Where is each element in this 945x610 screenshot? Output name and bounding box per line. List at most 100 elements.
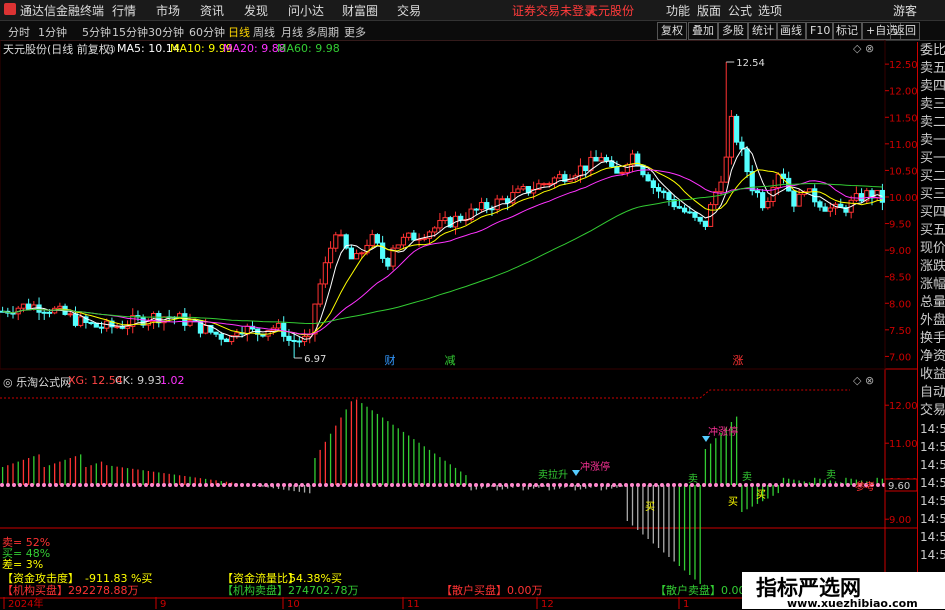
guest-label[interactable]: 游客 <box>893 2 917 19</box>
baseline-dot <box>126 483 130 487</box>
candle-body <box>666 192 672 201</box>
period-30min[interactable]: 30分钟 <box>148 24 184 40</box>
menu-item-gongshi[interactable]: 公式 <box>728 2 752 19</box>
period-15min[interactable]: 15分钟 <box>112 24 148 40</box>
candle-body <box>681 207 688 213</box>
side-label[interactable]: 交易 <box>920 402 945 420</box>
menu-item-xuanxiang[interactable]: 选项 <box>758 2 782 19</box>
y-tick-label: 11.50 <box>889 113 917 124</box>
sub-settings-icon[interactable]: ◇ ⊗ <box>853 374 874 387</box>
menu-item-shichang[interactable]: 市场 <box>156 2 180 19</box>
menu-item-hangqing[interactable]: 行情 <box>112 2 136 19</box>
baseline-dot <box>606 483 610 487</box>
toolbar-diejia[interactable]: 叠加 <box>688 22 718 40</box>
baseline-dot <box>174 483 178 487</box>
baseline-dot <box>612 483 616 487</box>
y-tick-label: 12.00 <box>889 87 917 98</box>
menu-item-banmian[interactable]: 版面 <box>697 2 721 19</box>
baseline-dot <box>486 483 490 487</box>
signal-label: 卖拉升 <box>538 468 568 481</box>
baseline-dot <box>438 483 442 487</box>
period-multi[interactable]: 多周期 <box>306 24 339 40</box>
baseline-dot <box>594 483 598 487</box>
candle-body <box>26 303 32 310</box>
period-daily[interactable]: 日线 <box>228 24 250 40</box>
menu-item-wenxiaoda[interactable]: 问小达 <box>288 2 324 19</box>
signal-label: 卖 <box>688 473 698 485</box>
signal-label: 卖 <box>826 469 836 481</box>
baseline-dot <box>474 483 478 487</box>
side-label: 买四 <box>920 205 945 220</box>
baseline-dot <box>546 483 550 487</box>
toolbar-biaoji[interactable]: 标记 <box>832 22 862 40</box>
side-label[interactable]: 自动 <box>920 384 945 402</box>
period-1min[interactable]: 1分钟 <box>38 24 67 40</box>
candle-body <box>739 141 745 150</box>
period-5min[interactable]: 5分钟 <box>82 24 111 40</box>
baseline-dot <box>522 483 526 487</box>
toolbar-tongji[interactable]: 统计 <box>748 22 778 40</box>
toolbar-duogu[interactable]: 多股 <box>718 22 748 40</box>
menu-item-caifuquan[interactable]: 财富圈 <box>342 2 378 19</box>
candle-body <box>317 283 323 305</box>
candle-body <box>78 316 84 326</box>
baseline-dot <box>204 483 208 487</box>
candle-body <box>57 305 63 309</box>
baseline-dot <box>234 483 238 487</box>
baseline-dot <box>102 483 106 487</box>
baseline-dot <box>672 483 676 487</box>
toolbar-fuquan[interactable]: 复权 <box>657 22 687 40</box>
settings-icon[interactable]: ◇ ⊗ <box>853 42 874 55</box>
menu-item-faxian[interactable]: 发现 <box>244 2 268 19</box>
cankao-label: 参考 <box>855 480 875 493</box>
candle-body <box>223 338 230 343</box>
ck-value: CK: 9.93 <box>115 374 162 387</box>
candle-body <box>754 190 761 194</box>
candle-body <box>359 252 365 255</box>
y-tick-label: 10.50 <box>889 166 917 177</box>
candle-body <box>291 339 297 342</box>
baseline-dot <box>714 483 718 487</box>
side-label: 卖四 <box>920 79 945 94</box>
candle-body <box>577 165 584 177</box>
side-time: 14:55 <box>920 440 945 454</box>
period-fenshi[interactable]: 分时 <box>8 24 30 40</box>
baseline-dot <box>528 483 532 487</box>
toolbar-huaxian[interactable]: 画线 <box>776 22 806 40</box>
period-more[interactable]: 更多 <box>344 24 366 40</box>
baseline-dot <box>420 483 424 487</box>
baseline-dot <box>78 483 82 487</box>
x-tick-label: 12 <box>541 599 554 609</box>
period-60min[interactable]: 60分钟 <box>189 24 225 40</box>
baseline-dot <box>282 483 286 487</box>
candle-body <box>796 193 802 207</box>
baseline-dot <box>312 483 316 487</box>
candle-body <box>400 236 407 246</box>
baseline-dot <box>600 483 604 487</box>
login-notice[interactable]: 证券交易未登录 <box>512 2 596 19</box>
low-label: 6.97 <box>304 354 326 365</box>
toolbar-fanhui[interactable]: 返回 <box>890 22 920 40</box>
toolbar-f10[interactable]: F10 <box>806 22 835 40</box>
period-weekly[interactable]: 周线 <box>253 24 275 40</box>
x-tick-label: 10 <box>287 599 300 609</box>
inst-sell: 【机构卖盘】274702.78万 <box>222 584 359 597</box>
candle-body <box>67 313 73 316</box>
kline-chart[interactable]: 12.50 12.00 11.50 11.00 10.50 10.00 9.50 9.00 8.… <box>0 40 917 370</box>
period-monthly[interactable]: 月线 <box>281 24 303 40</box>
baseline-dot <box>804 483 808 487</box>
baseline-dot <box>708 483 712 487</box>
candle-body <box>385 257 391 267</box>
baseline-dot <box>384 483 388 487</box>
menu-item-zixun[interactable]: 资讯 <box>200 2 224 19</box>
candle-body <box>93 322 99 328</box>
menu-item-gongneng[interactable]: 功能 <box>666 2 690 19</box>
baseline-dot <box>450 483 454 487</box>
indicator-settings-icon[interactable]: ◎ <box>106 42 116 55</box>
baseline-dot <box>114 483 118 487</box>
side-label: 外盘 <box>920 313 945 328</box>
candle-body <box>432 227 438 233</box>
ma60-line <box>2 182 883 325</box>
menu-item-jiaoyi[interactable]: 交易 <box>397 2 421 19</box>
baseline-dot <box>216 483 220 487</box>
